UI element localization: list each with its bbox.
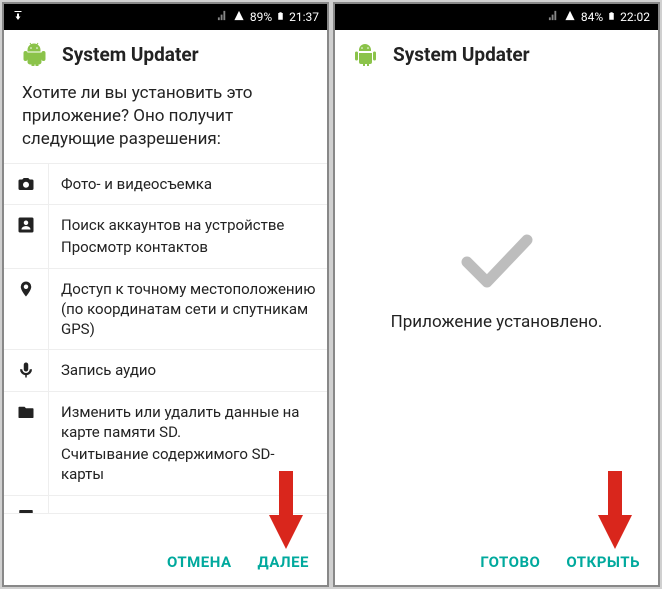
permission-text: Поиск аккаунтов на устройстве Просмотр к…: [48, 205, 327, 268]
button-row: ГОТОВО ОТКРЫТЬ: [335, 541, 658, 585]
button-row: ОТМЕНА ДАЛЕЕ: [4, 541, 327, 585]
contacts-icon: [4, 205, 48, 268]
permission-row-cut: [4, 496, 327, 514]
camera-icon: [4, 164, 48, 204]
battery-label: 89%: [250, 10, 272, 24]
permission-row: Фото- и видеосъемка: [4, 164, 327, 205]
permission-text: Фото- и видеосъемка: [48, 164, 327, 204]
battery-icon: [607, 9, 616, 26]
checkmark-icon: [461, 232, 533, 290]
app-title: System Updater: [62, 43, 199, 66]
open-button[interactable]: ОТКРЫТЬ: [566, 553, 640, 571]
status-bar: 84% 22:02: [335, 4, 658, 30]
permission-row: Поиск аккаунтов на устройстве Просмотр к…: [4, 205, 327, 269]
permission-row: Изменить или удалить данные на карте пам…: [4, 392, 327, 496]
wifi-icon: [563, 10, 577, 24]
permission-row: Доступ к точному местоположению (по коор…: [4, 269, 327, 351]
title-bar: System Updater: [335, 30, 658, 82]
app-title: System Updater: [393, 43, 530, 66]
cancel-button[interactable]: ОТМЕНА: [167, 553, 232, 571]
installed-body: Приложение установлено.: [335, 82, 658, 541]
signal-icon: [548, 10, 559, 24]
permission-text: Доступ к точному местоположению (по коор…: [48, 269, 327, 350]
install-permissions-screen: 89% 21:37 System Updater Хотите ли вы ус…: [2, 2, 329, 587]
next-button[interactable]: ДАЛЕЕ: [258, 553, 309, 571]
clock-label: 21:37: [289, 10, 319, 24]
clock-label: 22:02: [620, 10, 650, 24]
mic-icon: [4, 350, 48, 390]
signal-icon: [217, 10, 228, 24]
download-icon: [12, 9, 24, 25]
permission-text: Запись аудио: [48, 350, 327, 390]
install-prompt: Хотите ли вы установить это приложение? …: [4, 82, 327, 163]
wifi-icon: [232, 10, 246, 24]
battery-icon: [276, 9, 285, 26]
android-icon: [353, 42, 377, 66]
install-complete-screen: 84% 22:02 System Updater Приложение уста…: [333, 2, 660, 587]
permissions-list[interactable]: Фото- и видеосъемка Поиск аккаунтов на у…: [4, 163, 327, 541]
storage-icon: [4, 392, 48, 495]
done-button[interactable]: ГОТОВО: [480, 553, 540, 571]
android-icon: [22, 42, 46, 66]
installed-message: Приложение установлено.: [391, 312, 603, 332]
permission-text: Изменить или удалить данные на карте пам…: [48, 392, 327, 495]
title-bar: System Updater: [4, 30, 327, 82]
status-bar: 89% 21:37: [4, 4, 327, 30]
more-icon: [4, 496, 48, 513]
location-icon: [4, 269, 48, 350]
battery-label: 84%: [581, 10, 603, 24]
permission-row: Запись аудио: [4, 350, 327, 391]
